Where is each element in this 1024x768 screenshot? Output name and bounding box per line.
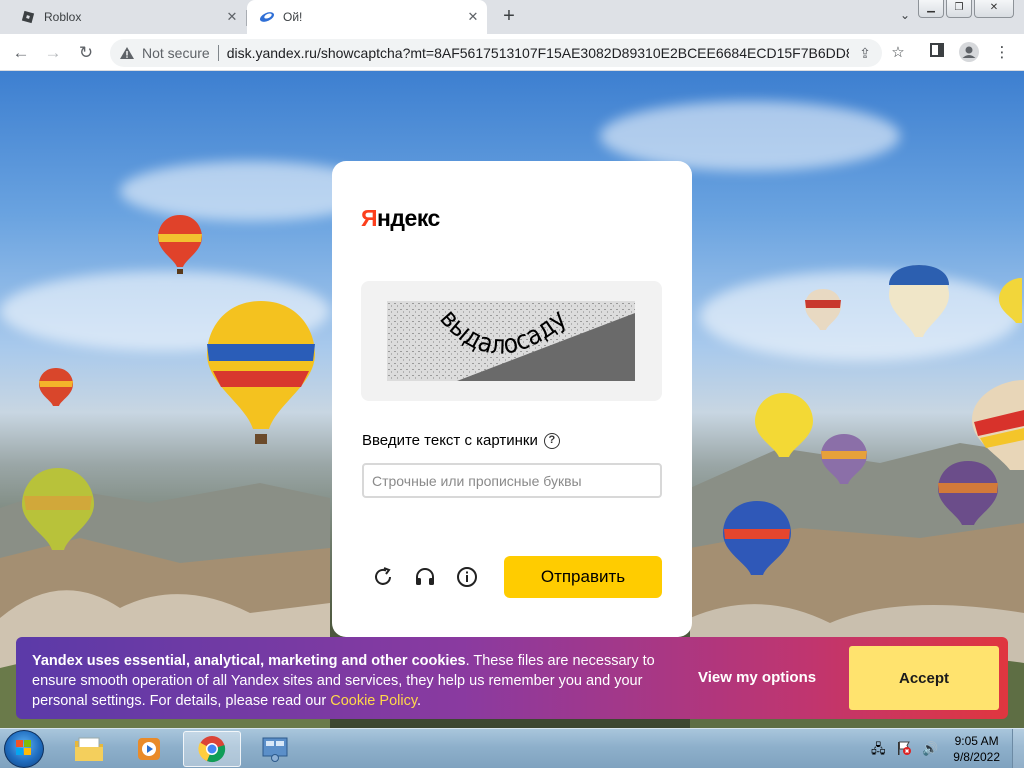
profile-icon[interactable]: [958, 42, 980, 64]
tab-yandex[interactable]: Ой! ✕: [247, 0, 487, 34]
submit-button[interactable]: Отправить: [504, 556, 662, 598]
tab-close-icon[interactable]: ✕: [465, 9, 481, 25]
tab-close-icon[interactable]: ✕: [224, 9, 240, 25]
hot-air-balloon: [889, 265, 949, 337]
security-label[interactable]: Not secure: [142, 45, 210, 61]
view-options-button[interactable]: View my options: [698, 669, 816, 686]
network-icon[interactable]: [246, 731, 304, 767]
hot-air-balloon: [755, 393, 813, 457]
media-icon[interactable]: [120, 731, 178, 767]
back-icon[interactable]: ←: [8, 40, 34, 66]
taskbar: 🖧 🔊 9:05 AM 9/8/2022: [0, 728, 1024, 768]
minimize-button[interactable]: ▁: [918, 0, 944, 18]
hot-air-balloon: [39, 368, 73, 406]
start-icon[interactable]: [4, 730, 44, 768]
explorer-icon[interactable]: [60, 731, 118, 767]
forward-icon[interactable]: →: [40, 40, 66, 66]
clock-date: 9/8/2022: [953, 750, 1000, 764]
captcha-label: Введите текст с картинки: [362, 432, 538, 449]
restore-button[interactable]: ❐: [946, 0, 972, 18]
yandex-logo[interactable]: Яндекс: [361, 205, 440, 232]
sidepanel-icon[interactable]: [926, 42, 948, 64]
info-icon[interactable]: [455, 565, 479, 589]
hot-air-balloon: [821, 434, 867, 484]
network-tray-icon[interactable]: 🖧: [869, 740, 887, 758]
close-window-button[interactable]: ✕: [974, 0, 1014, 18]
hot-air-balloon: [207, 301, 315, 444]
system-tray: 🖧 🔊 9:05 AM 9/8/2022: [869, 729, 1024, 768]
address-bar[interactable]: Not secure disk.yandex.ru/showcaptcha?mt…: [110, 39, 882, 67]
captcha-image: выдалосаду: [387, 301, 635, 381]
warning-icon[interactable]: [118, 44, 136, 62]
help-icon[interactable]: ?: [543, 432, 560, 449]
hot-air-balloon: [158, 215, 202, 274]
cookie-banner: Yandex uses essential, analytical, marke…: [16, 637, 1008, 719]
tab-bar: Roblox ✕ Ой! ✕ + ⌄ ▁ ❐ ✕: [0, 0, 1024, 34]
hot-air-balloon: [938, 461, 998, 525]
tab-search-icon[interactable]: ⌄: [896, 8, 914, 26]
tab-title: Ой!: [283, 10, 303, 24]
hot-air-balloon: [22, 468, 94, 550]
captcha-input[interactable]: [362, 463, 662, 498]
hot-air-balloon: [999, 278, 1022, 323]
captcha-label-row: Введите текст с картинки ?: [362, 432, 560, 449]
reload-icon[interactable]: ↻: [73, 40, 99, 66]
flag-icon[interactable]: [895, 740, 913, 758]
hot-air-balloon: [805, 289, 841, 330]
new-tab-button[interactable]: +: [498, 6, 520, 28]
cookie-message-end: .: [417, 693, 422, 709]
cookie-message-bold: Yandex uses essential, analytical, marke…: [32, 653, 466, 669]
accept-cookies-button[interactable]: Accept: [849, 646, 999, 710]
captcha-image-frame: выдалосаду: [361, 281, 662, 401]
url-text[interactable]: disk.yandex.ru/showcaptcha?mt=8AF5617513…: [227, 45, 849, 61]
volume-icon[interactable]: 🔊: [921, 740, 939, 758]
clock[interactable]: 9:05 AM 9/8/2022: [953, 733, 1000, 765]
tab-roblox[interactable]: Roblox ✕: [8, 0, 246, 34]
cloud: [700, 271, 1020, 361]
cookie-policy-link[interactable]: Cookie Policy: [330, 693, 417, 709]
share-icon[interactable]: ⇪: [856, 44, 874, 62]
page-viewport: Яндекс выдалосаду Введите текст с картин…: [0, 71, 1024, 728]
browser-toolbar: ← → ↻ Not secure disk.yandex.ru/showcapt…: [0, 34, 1024, 71]
roblox-icon: [20, 9, 36, 25]
logo-rest: ндекс: [377, 205, 440, 231]
headphones-icon[interactable]: [413, 565, 437, 589]
star-icon[interactable]: ☆: [887, 42, 909, 64]
logo-first-letter: Я: [361, 205, 378, 231]
menu-icon[interactable]: ⋮: [991, 42, 1013, 64]
refresh-icon[interactable]: [371, 565, 395, 589]
hot-air-balloon: [723, 501, 791, 575]
window-controls: ▁ ❐ ✕: [918, 0, 1014, 18]
omnibox-divider: [217, 45, 219, 61]
show-desktop-button[interactable]: [1012, 729, 1024, 768]
tab-title: Roblox: [44, 10, 82, 24]
captcha-card: Яндекс выдалосаду Введите текст с картин…: [332, 161, 692, 637]
clock-time: 9:05 AM: [954, 734, 999, 748]
chrome-icon[interactable]: [183, 731, 241, 767]
cookie-message: Yandex uses essential, analytical, marke…: [32, 651, 676, 711]
yandex-disk-icon: [259, 9, 275, 25]
